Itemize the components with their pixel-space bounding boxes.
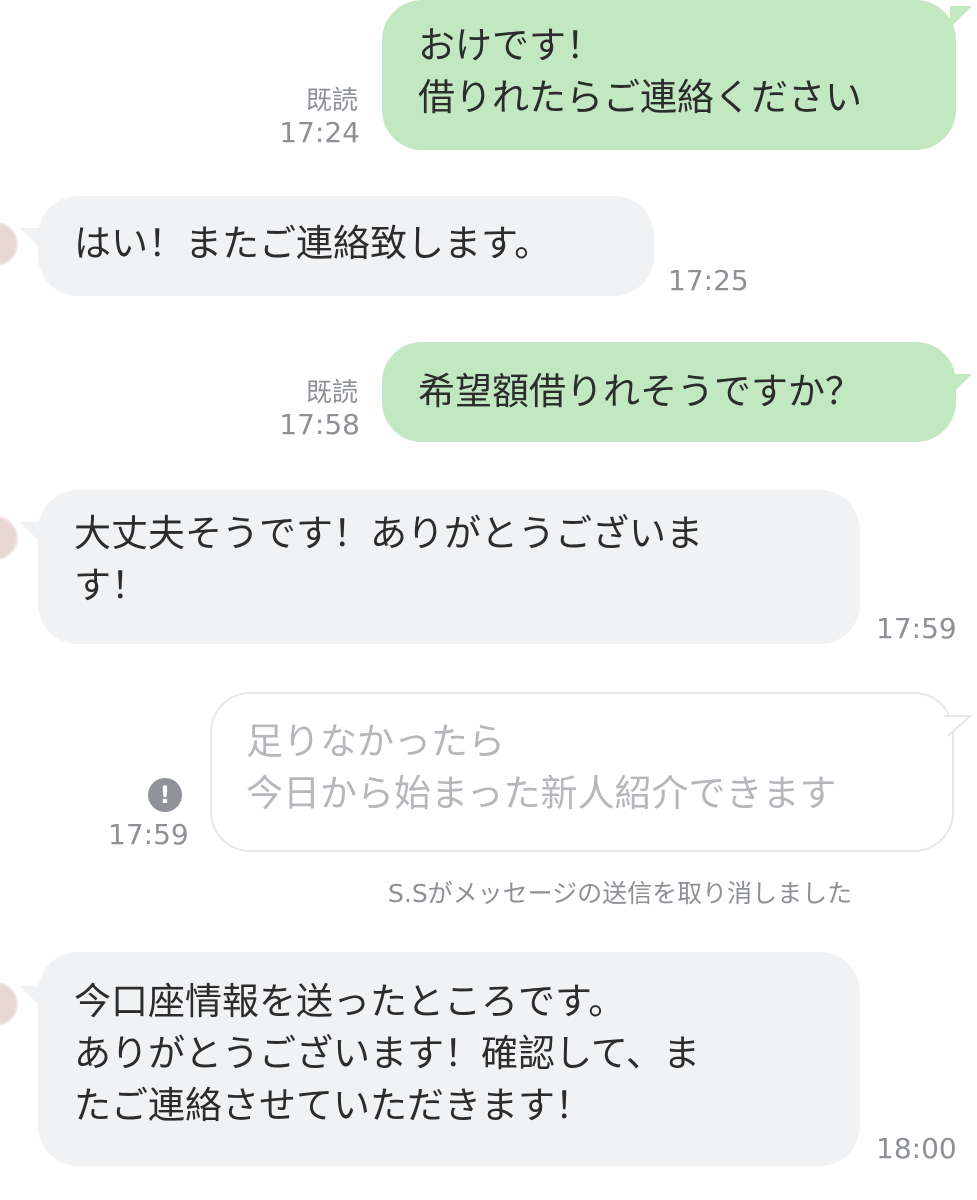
message-time: 17:58 <box>279 408 360 441</box>
outgoing-message-bubble[interactable]: おけです！ 借りれたらご連絡ください <box>382 0 956 150</box>
avatar[interactable] <box>0 982 18 1026</box>
incoming-bubble-tail <box>20 986 42 1008</box>
read-receipt-label: 既読 <box>305 378 358 408</box>
incoming-bubble-tail <box>20 522 42 544</box>
message-time: 17:25 <box>668 264 749 297</box>
incoming-message-bubble[interactable]: 大丈夫そうです！ありがとうございま す！ <box>38 490 860 644</box>
avatar[interactable] <box>0 516 18 560</box>
message-time: 17:59 <box>876 612 957 645</box>
read-receipt-label: 既読 <box>305 86 358 116</box>
unsent-bubble-tail <box>944 715 973 737</box>
message-time: 17:24 <box>279 116 360 149</box>
outgoing-bubble-tail <box>950 374 972 396</box>
unsend-notice: S.Sがメッセージの送信を取り消しました <box>388 879 853 908</box>
incoming-bubble-tail <box>20 228 42 250</box>
outgoing-bubble-tail <box>950 6 972 28</box>
avatar[interactable] <box>0 222 18 266</box>
send-error-icon[interactable]: ! <box>148 778 182 812</box>
unsent-message-bubble[interactable]: 足りなかったら 今日から始まった新人紹介できます <box>210 692 954 852</box>
message-time: 18:00 <box>876 1132 957 1165</box>
incoming-message-bubble[interactable]: はい！またご連絡致します。 <box>38 196 654 296</box>
outgoing-message-bubble[interactable]: 希望額借りれそうですか？ <box>382 342 956 442</box>
message-time: 17:59 <box>108 818 189 851</box>
incoming-message-bubble[interactable]: 今口座情報を送ったところです。 ありがとうございます！確認して、ま たご連絡させ… <box>38 952 860 1166</box>
